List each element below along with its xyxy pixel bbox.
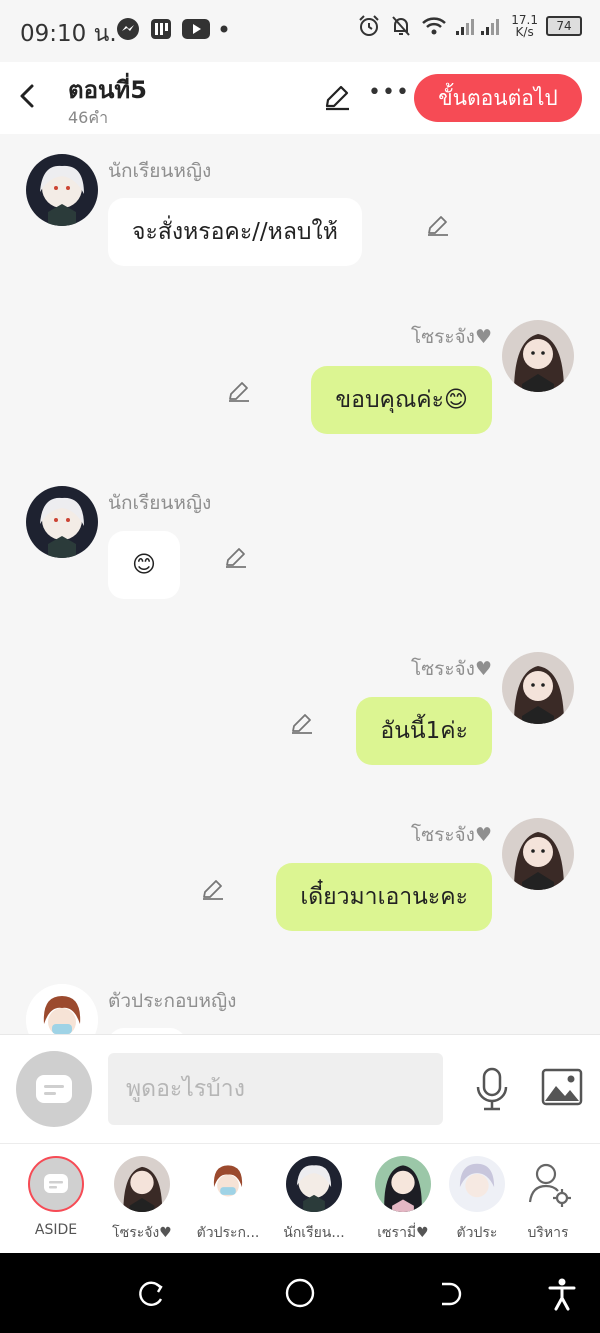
character-sora[interactable]: โซระจัง♥ [102,1156,182,1244]
network-speed: 17.1 K/s [511,14,538,38]
character-portrait-icon [502,320,574,392]
character-portrait-icon [26,984,98,1034]
chat-bubble-icon [36,1075,72,1103]
chat-area[interactable]: นักเรียนหญิง จะสั่งหรอคะ//หลบให้ โซระจัง… [0,134,600,1034]
alarm-icon [359,15,379,36]
home-icon[interactable] [284,1277,316,1309]
next-step-button[interactable]: ขั้นตอนต่อไป [414,74,582,122]
message-input[interactable] [108,1053,443,1125]
battery-indicator: 74 [546,16,582,36]
avatar [449,1156,505,1212]
avatar[interactable] [26,984,98,1034]
more-options-icon[interactable]: ••• [368,80,410,105]
status-notification-icons [116,17,228,41]
status-time: 09:10 น. [20,21,117,47]
messenger-icon [117,18,139,40]
edit-message-icon[interactable] [223,544,249,570]
sender-name: นักเรียนหญิง [108,492,212,514]
word-count: 46คำ [68,108,109,127]
character-extra-girl[interactable]: ตัวประก... [188,1156,268,1244]
sender-name: โซระจัง♥ [411,326,492,348]
character-serami[interactable]: เซรามี่♥ [363,1156,443,1244]
character-selector: ASIDE โซระจัง♥ ตัวประก... นักเรียน... เซ… [0,1143,600,1254]
character-label: เซรามี่♥ [377,1225,429,1241]
manage-user-icon [520,1156,576,1212]
avatar[interactable] [502,652,574,724]
character-portrait-icon [26,154,98,226]
aside-toggle-button[interactable] [16,1051,92,1127]
character-label: ตัวประ [456,1225,498,1241]
character-student-girl[interactable]: นักเรียน... [274,1156,354,1244]
aside-icon [28,1156,84,1212]
accessibility-icon[interactable] [546,1277,578,1311]
sender-name: นักเรียนหญิง [108,160,212,182]
character-label: ตัวประก... [196,1225,260,1241]
message-bubble[interactable]: จะสั่งหรอคะ//หลบให้ [108,198,362,266]
character-label: ASIDE [34,1222,78,1238]
youtube-icon [182,19,210,39]
character-portrait-icon [502,818,574,890]
manage-characters-button[interactable]: บริหาร [508,1156,588,1244]
signal-icon [456,19,500,35]
character-portrait-icon [26,486,98,558]
microphone-icon[interactable] [474,1067,510,1111]
avatar [375,1156,431,1212]
back-icon[interactable] [434,1279,464,1309]
sender-name: โซระจัง♥ [411,824,492,846]
edit-message-icon[interactable] [226,378,252,404]
network-speed-unit: K/s [515,25,534,39]
sender-name: ตัวประกอบหญิง [108,990,237,1012]
character-aside[interactable]: ASIDE [16,1156,96,1238]
avatar[interactable] [502,320,574,392]
message-bubble[interactable]: ขอบคุณค่ะ😊 [311,366,492,434]
character-portrait-icon [502,652,574,724]
character-partial[interactable]: ตัวประ [437,1156,517,1244]
avatar [114,1156,170,1212]
character-label: โซระจัง♥ [112,1225,172,1241]
dot-icon [220,25,228,33]
wifi-icon [422,17,447,35]
back-arrow-icon[interactable] [14,78,42,114]
image-icon[interactable] [541,1068,583,1106]
message-bubble[interactable]: 😊 [108,531,180,599]
edit-message-icon[interactable] [200,876,226,902]
avatar [286,1156,342,1212]
avatar [200,1156,256,1212]
edit-pencil-icon[interactable] [322,82,352,112]
status-bar: 09:10 น. 17.1 K/s 74 [0,0,600,62]
top-header: ตอนที่5 46คำ ••• ขั้นตอนต่อไป [0,62,600,134]
recent-apps-icon[interactable] [136,1279,166,1309]
edit-message-icon[interactable] [425,212,451,238]
edit-message-icon[interactable] [289,710,315,736]
sender-name: โซระจัง♥ [411,658,492,680]
avatar[interactable] [26,486,98,558]
mute-bell-icon [392,16,411,36]
status-system-icons: 17.1 K/s 74 [357,14,582,38]
message-bubble[interactable]: อันนี้1ค่ะ [356,697,492,765]
app-notification-icon [151,19,171,39]
avatar[interactable] [26,154,98,226]
chapter-title: ตอนที่5 [68,76,147,104]
message-bubble[interactable]: เดี๋ยวมาเอานะคะ [276,863,492,931]
avatar[interactable] [502,818,574,890]
system-nav-bar [0,1253,600,1333]
character-label: นักเรียน... [283,1225,345,1241]
message-input-bar [0,1034,600,1143]
character-label: บริหาร [527,1225,569,1241]
